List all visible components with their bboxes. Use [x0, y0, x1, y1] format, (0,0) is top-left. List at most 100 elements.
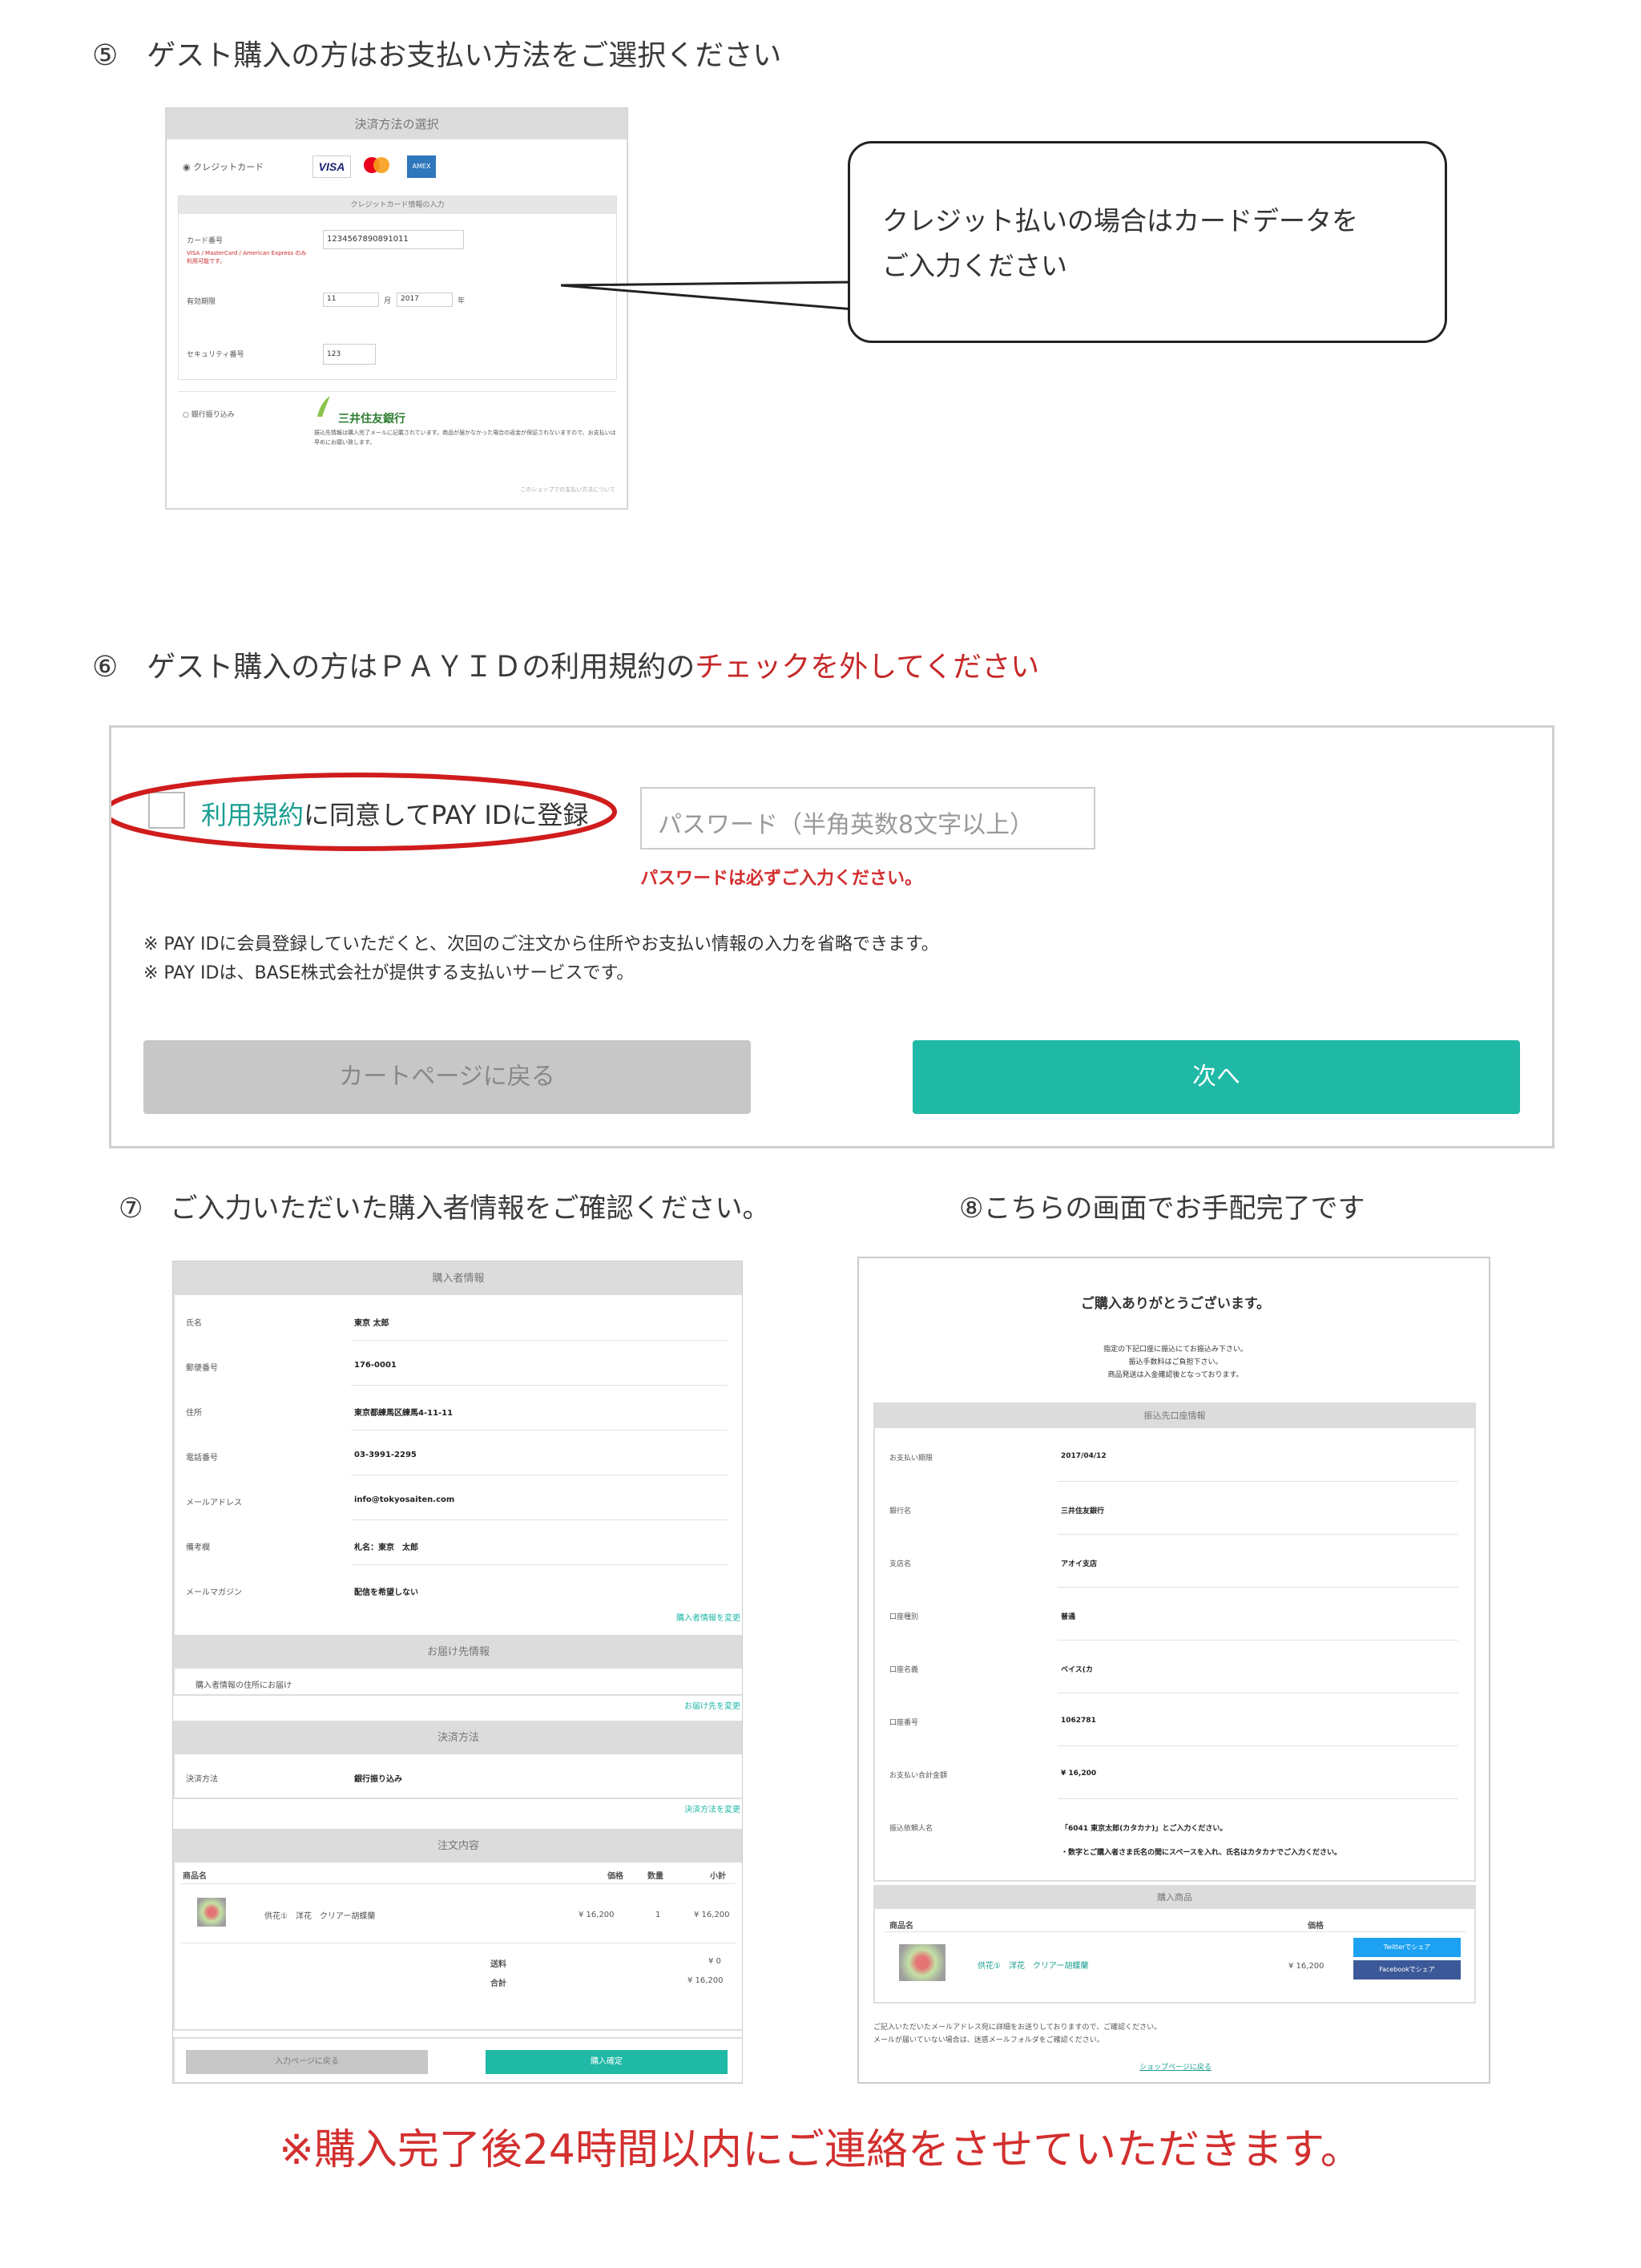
divider [1058, 1481, 1458, 1482]
payment-help-link[interactable]: このショップでの支払い方法について [520, 486, 615, 494]
month-unit: 月 [384, 297, 392, 305]
back-to-cart-button[interactable]: カートページに戻る [143, 1040, 751, 1114]
col-qty: 数量 [647, 1872, 663, 1881]
expiry-month-select[interactable]: 11 [323, 293, 379, 307]
callout-pointer [561, 280, 858, 311]
purchased-items-title: 購入商品 [875, 1887, 1474, 1909]
expiry-label: 有効期限 [187, 298, 216, 306]
payment-value: 銀行振り込み [354, 1775, 402, 1784]
buyer-info-title: 購入者情報 [175, 1263, 742, 1295]
bank-name: 三井住友銀行 [338, 413, 405, 426]
mastercard-icon [359, 155, 394, 178]
buyer-row-value: 東京都練馬区練馬4-11-11 [354, 1409, 454, 1418]
payment-box: 決済方法 決済方法 銀行振り込み [173, 1721, 742, 1799]
divider [351, 1519, 728, 1520]
twitter-share-button[interactable]: Twitterでシェア [1353, 1938, 1461, 1957]
bank-row-value: 三井住友銀行 [1061, 1507, 1105, 1515]
buyer-row-label: 住所 [186, 1409, 202, 1418]
bank-row-label: 口座種別 [889, 1613, 919, 1621]
credit-card-radio[interactable]: ◉ クレジットカード [183, 160, 264, 173]
divider [1058, 1534, 1458, 1535]
next-button[interactable]: 次へ [913, 1040, 1520, 1114]
bank-row-label: 支店名 [889, 1560, 912, 1568]
visa-icon: VISA [312, 155, 351, 178]
security-input[interactable]: 123 [323, 344, 376, 365]
col-product: 商品名 [183, 1872, 207, 1881]
shipping-value: ¥ 0 [708, 1957, 721, 1966]
item-name: 供花① 洋花 クリアー胡蝶蘭 [264, 1912, 376, 1921]
panel-title: 決済方法の選択 [167, 109, 627, 139]
buyer-row-value: 配信を希望しない [354, 1588, 418, 1597]
divider [351, 1564, 728, 1565]
step6-heading-prefix: ⑥ ゲスト購入の方はＰＡＹＩＤの利用規約の [92, 651, 696, 684]
divider [351, 1430, 728, 1431]
divider [351, 1385, 728, 1386]
thanks-title: ご購入ありがとうございます。 [1080, 1296, 1271, 1312]
footer-notice: ※購入完了後24時間以内にご連絡をさせていただきます。 [279, 2126, 1362, 2174]
expiry-month-value: 11 [327, 295, 337, 303]
buyer-row-label: 氏名 [186, 1319, 202, 1328]
divider [181, 1883, 736, 1884]
bank-row-value: ベイス(カ [1061, 1666, 1093, 1674]
mail-note-2: メールが届いていない場合は、迷惑メールフォルダをご確認ください。 [873, 2036, 1104, 2044]
expiry-year-select[interactable]: 2017 [397, 293, 453, 307]
expiry-year-value: 2017 [401, 295, 419, 303]
card-brand-note: VISA / MasterCard / American Express のみ利… [187, 250, 307, 264]
order-box: 注文内容 商品名 価格 数量 小計 供花① 洋花 クリアー胡蝶蘭 ¥ 16,20… [173, 1829, 742, 2031]
item-name-link[interactable]: 供花① 洋花 クリアー胡蝶蘭 [978, 1959, 1088, 1971]
delivery-edit-link[interactable]: お届け先を変更 [684, 1699, 740, 1711]
buyer-edit-link[interactable]: 購入者情報を変更 [676, 1611, 740, 1623]
bank-row-value: 「6041 東京太郎(カタカナ)」とご入力ください。 [1061, 1825, 1228, 1833]
divider [1058, 1745, 1458, 1746]
item-price: ¥ 16,200 [579, 1911, 615, 1919]
divider [351, 1340, 728, 1341]
payid-note-2: ※ PAY IDは、BASE株式会社が提供する支払いサービスです。 [143, 963, 635, 983]
col-price: 価格 [1308, 1922, 1324, 1931]
step7-heading: ⑦ ご入力いただいた購入者情報をご確認ください。 [119, 1193, 770, 1225]
product-thumbnail [899, 1944, 945, 1981]
confirm-actions: 入力ページに戻る 購入確定 [173, 2037, 742, 2083]
back-to-input-button[interactable]: 入力ページに戻る [186, 2050, 428, 2074]
purchased-items-box: 購入商品 商品名 価格 供花① 洋花 クリアー胡蝶蘭 ¥ 16,200 Twit… [873, 1885, 1476, 2004]
buyer-row-value: 03-3991-2295 [354, 1451, 417, 1459]
bank-row-value: 2017/04/12 [1061, 1452, 1107, 1460]
thanks-line: 商品発送は入金確認後となっております。 [1107, 1371, 1244, 1379]
confirm-purchase-button[interactable]: 購入確定 [486, 2050, 728, 2074]
bank-row-label: 振込依頼人名 [889, 1825, 933, 1833]
col-subtotal: 小計 [710, 1872, 726, 1881]
delivery-title: お届け先情報 [175, 1636, 742, 1669]
payid-panel: 利用規約に同意してPAY IDに登録 パスワード（半角英数8文字以上） パスワー… [109, 725, 1554, 1148]
callout-bubble: クレジット払いの場合はカードデータを ご入力ください [848, 141, 1447, 343]
col-product: 商品名 [889, 1922, 913, 1931]
highlight-ellipse [111, 773, 617, 851]
buyer-row-value: info@tokyosaiten.com [354, 1495, 455, 1504]
shop-page-link[interactable]: ショップページに戻る [859, 2061, 1489, 2072]
bank-row-label: 口座名義 [889, 1666, 919, 1674]
item-subtotal: ¥ 16,200 [694, 1911, 730, 1919]
payid-note-1: ※ PAY IDに会員登録していただくと、次回のご注文から住所やお支払い情報の入… [143, 934, 939, 954]
callout-line-2: ご入力ください [882, 250, 1067, 281]
callout-line-1: クレジット払いの場合はカードデータを [882, 205, 1358, 236]
thanks-line: 指定の下記口座に振込にてお振込み下さい。 [1103, 1346, 1248, 1354]
step5-heading: ⑤ ゲスト購入の方はお支払い方法をご選択ください [92, 39, 782, 72]
security-label: セキュリティ番号 [187, 351, 244, 359]
buyer-row-label: 備考欄 [186, 1544, 210, 1552]
amex-icon: AMEX [407, 155, 436, 178]
buyer-row-label: メールアドレス [186, 1499, 242, 1507]
divider [885, 1931, 1466, 1932]
bank-logo-icon [311, 394, 335, 418]
bank-note: ・数字とご購入者さま氏名の間にスペースを入れ、氏名はカタカナでご入力ください。 [1061, 1849, 1342, 1857]
order-title: 注文内容 [175, 1830, 742, 1862]
payment-edit-link[interactable]: 決済方法を変更 [684, 1802, 740, 1814]
card-number-input[interactable]: 1234567890891011 [323, 230, 464, 249]
bank-row-label: お支払い期限 [889, 1455, 933, 1463]
step6-heading: ⑥ ゲスト購入の方はＰＡＹＩＤの利用規約のチェックを外してください [92, 644, 1039, 685]
facebook-share-button[interactable]: Facebookでシェア [1353, 1960, 1461, 1979]
item-qty: 1 [655, 1911, 661, 1919]
divider [1058, 1587, 1458, 1588]
bank-transfer-radio[interactable]: ○ 銀行振り込み [183, 409, 235, 419]
password-input[interactable]: パスワード（半角英数8文字以上） [640, 787, 1095, 849]
total-value: ¥ 16,200 [687, 1976, 724, 1985]
buyer-row-value: 176-0001 [354, 1361, 397, 1370]
bank-row-value: ¥ 16,200 [1061, 1770, 1097, 1778]
